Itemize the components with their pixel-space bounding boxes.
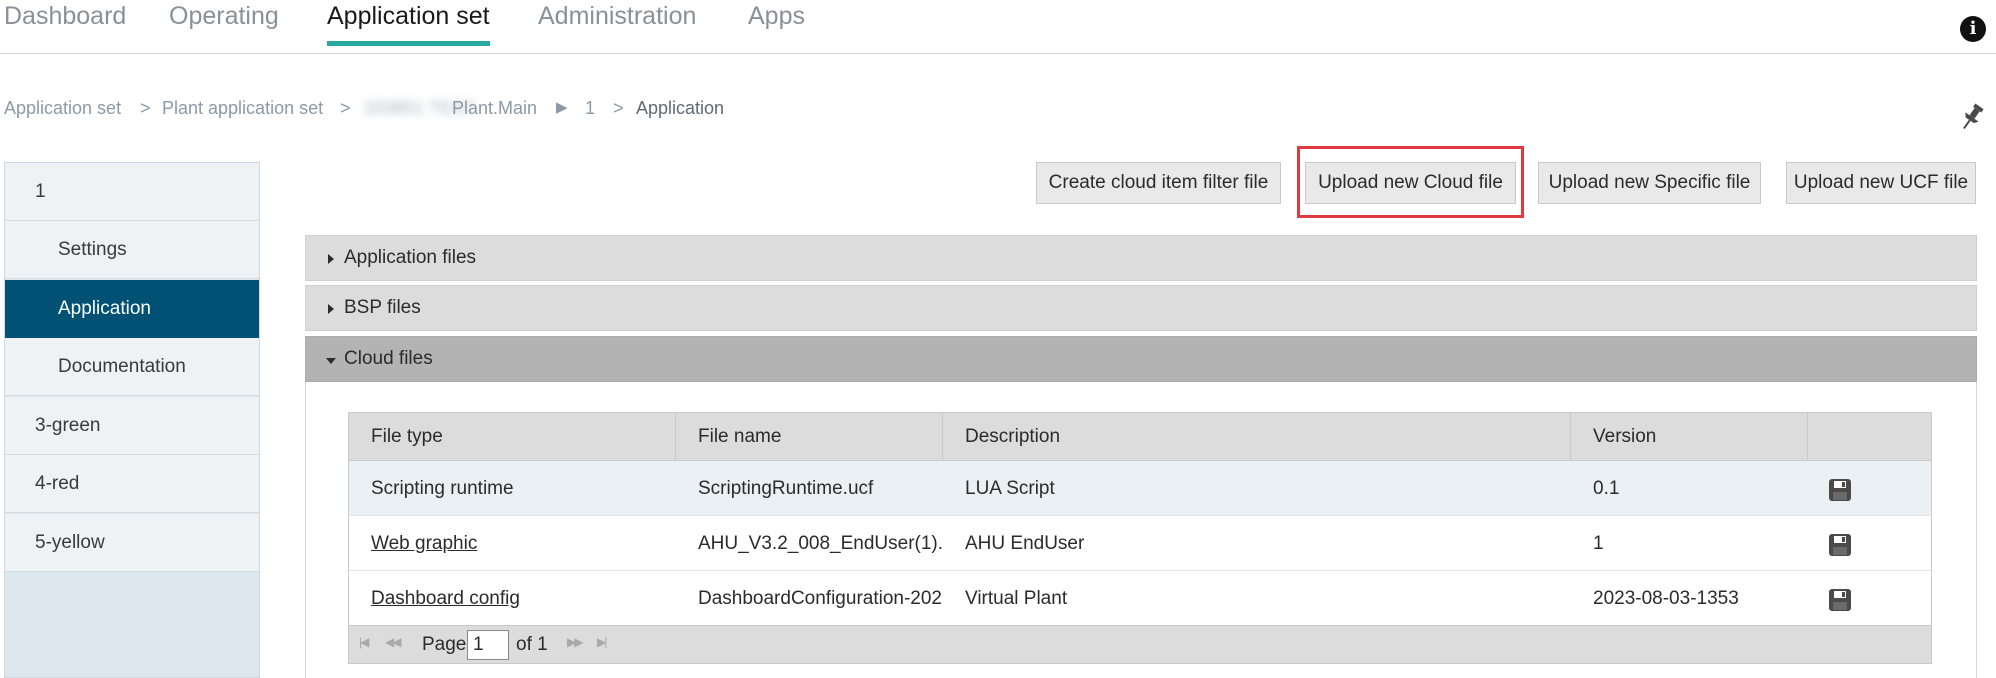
sidebar-item-settings[interactable]: Settings	[5, 221, 259, 279]
cell-file-name: DashboardConfiguration-202	[698, 588, 942, 609]
cell-file-type: Scripting runtime	[371, 478, 514, 499]
next-page-icon[interactable]: ▶▶	[567, 635, 584, 649]
sidebar-item-documentation[interactable]: Documentation	[5, 338, 259, 396]
accordion-label: Application files	[344, 247, 477, 268]
column-header-actions	[1808, 413, 1931, 461]
accordion-bsp-files[interactable]: BSP files	[305, 285, 1977, 331]
cell-description: LUA Script	[965, 478, 1055, 499]
create-cloud-item-filter-button[interactable]: Create cloud item filter file	[1036, 162, 1281, 204]
accordion-application-files[interactable]: Application files	[305, 235, 1977, 281]
cell-description: Virtual Plant	[965, 588, 1068, 609]
page-number-input[interactable]	[467, 630, 509, 660]
column-header-version[interactable]: Version	[1571, 413, 1808, 461]
breadcrumb-separator: >	[340, 98, 351, 118]
breadcrumb-plant-application-set[interactable]: Plant application set	[162, 96, 323, 120]
caret-right-icon	[328, 304, 334, 314]
breadcrumb-separator: ▶	[556, 99, 568, 116]
sidebar-item-application[interactable]: Application	[5, 280, 259, 338]
save-icon[interactable]	[1828, 478, 1852, 502]
table-row[interactable]: Web graphic AHU_V3.2_008_EndUser(1).: AH…	[349, 516, 1931, 571]
caret-right-icon	[328, 254, 334, 264]
tab-dashboard[interactable]: Dashboard	[4, 0, 126, 46]
caret-down-icon	[326, 358, 336, 364]
save-icon[interactable]	[1828, 533, 1852, 557]
tab-application-set[interactable]: Application set	[327, 0, 490, 46]
column-header-description[interactable]: Description	[943, 413, 1571, 461]
pin-icon[interactable]	[1958, 102, 1986, 132]
pager: |◀ ◀◀ Page of 1 ▶▶ ▶|	[349, 625, 1931, 663]
breadcrumb-application-set[interactable]: Application set	[4, 96, 121, 120]
accordion-label: Cloud files	[344, 348, 433, 369]
accordion-cloud-files[interactable]: Cloud files	[305, 336, 1977, 382]
cell-version: 2023-08-03-1353	[1593, 588, 1739, 609]
sidebar: 1 Settings Application Documentation 3-g…	[4, 162, 260, 678]
previous-page-icon[interactable]: ◀◀	[385, 635, 402, 649]
cell-file-name: ScriptingRuntime.ucf	[698, 478, 874, 499]
upload-new-specific-file-button[interactable]: Upload new Specific file	[1538, 162, 1761, 204]
last-page-icon[interactable]: ▶|	[597, 635, 607, 649]
column-header-file-type[interactable]: File type	[349, 413, 676, 461]
cell-file-type-link[interactable]: Web graphic	[349, 516, 676, 571]
info-icon[interactable]: i	[1960, 16, 1986, 42]
sidebar-item-3-green[interactable]: 3-green	[5, 397, 259, 455]
cell-file-name: AHU_V3.2_008_EndUser(1).:	[698, 533, 943, 554]
cloud-files-table: File type File name Description Version …	[348, 412, 1932, 664]
cell-description: AHU EndUser	[965, 533, 1085, 554]
breadcrumb-separator: >	[613, 98, 624, 118]
table-row[interactable]: Scripting runtime ScriptingRuntime.ucf L…	[349, 461, 1931, 516]
breadcrumb-application: Application	[636, 98, 725, 118]
upload-new-cloud-file-button[interactable]: Upload new Cloud file	[1305, 162, 1516, 204]
save-icon[interactable]	[1828, 588, 1852, 612]
table-header: File type File name Description Version	[349, 413, 1931, 461]
cell-file-type-link[interactable]: Dashboard config	[349, 571, 676, 626]
upload-new-ucf-file-button[interactable]: Upload new UCF file	[1786, 162, 1976, 204]
breadcrumb-plant-main[interactable]: Plant.Main	[452, 96, 537, 120]
tab-administration[interactable]: Administration	[538, 0, 696, 46]
breadcrumb-1[interactable]: 1	[585, 96, 595, 120]
first-page-icon[interactable]: |◀	[359, 635, 369, 649]
page-label: Page	[422, 634, 467, 655]
tab-apps[interactable]: Apps	[748, 0, 805, 46]
table-row[interactable]: Dashboard config DashboardConfiguration-…	[349, 571, 1931, 626]
sidebar-item-4-red[interactable]: 4-red	[5, 455, 259, 513]
page-count-label: of 1	[516, 634, 548, 655]
sidebar-item-1[interactable]: 1	[5, 163, 259, 221]
column-header-file-name[interactable]: File name	[676, 413, 943, 461]
accordion-label: BSP files	[344, 297, 421, 318]
cell-version: 0.1	[1593, 478, 1620, 499]
cell-version: 1	[1593, 533, 1604, 554]
sidebar-item-5-yellow[interactable]: 5-yellow	[5, 514, 259, 572]
tab-operating[interactable]: Operating	[169, 0, 279, 46]
top-navigation: Dashboard Operating Application set Admi…	[0, 0, 1996, 54]
breadcrumb-separator: >	[140, 98, 151, 118]
